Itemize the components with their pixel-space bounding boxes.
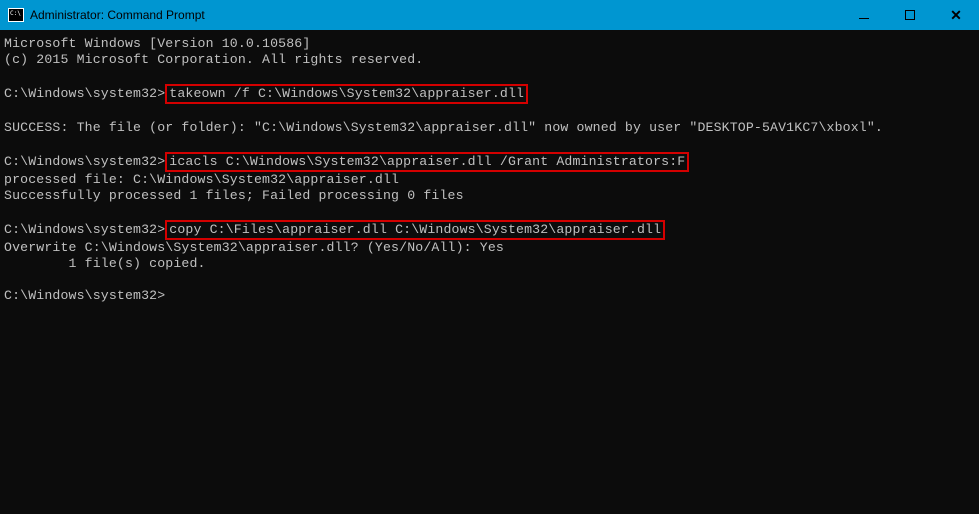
command-2-highlight: icacls C:\Windows\System32\appraiser.dll… [165, 152, 689, 172]
cmd-icon [8, 8, 24, 22]
maximize-icon [905, 10, 915, 20]
output-3a: Overwrite C:\Windows\System32\appraiser.… [4, 240, 504, 255]
close-icon: ✕ [950, 7, 962, 24]
command-1: takeown /f C:\Windows\System32\appraiser… [169, 86, 524, 101]
terminal-output[interactable]: Microsoft Windows [Version 10.0.10586] (… [0, 30, 979, 310]
window-controls: ✕ [841, 0, 979, 30]
prompt-4: C:\Windows\system32> [4, 288, 165, 303]
command-3-highlight: copy C:\Files\appraiser.dll C:\Windows\S… [165, 220, 665, 240]
output-2b: Successfully processed 1 files; Failed p… [4, 188, 464, 203]
window-title: Administrator: Command Prompt [30, 8, 841, 22]
command-2: icacls C:\Windows\System32\appraiser.dll… [169, 154, 685, 169]
prompt-3: C:\Windows\system32> [4, 222, 165, 237]
command-3: copy C:\Files\appraiser.dll C:\Windows\S… [169, 222, 661, 237]
maximize-button[interactable] [887, 0, 933, 30]
prompt-2: C:\Windows\system32> [4, 154, 165, 169]
minimize-icon [859, 18, 869, 19]
version-line: Microsoft Windows [Version 10.0.10586] [4, 36, 310, 51]
copyright-line: (c) 2015 Microsoft Corporation. All righ… [4, 52, 423, 67]
output-2a: processed file: C:\Windows\System32\appr… [4, 172, 399, 187]
prompt-1: C:\Windows\system32> [4, 86, 165, 101]
close-button[interactable]: ✕ [933, 0, 979, 30]
command-1-highlight: takeown /f C:\Windows\System32\appraiser… [165, 84, 528, 104]
minimize-button[interactable] [841, 0, 887, 30]
output-3b: 1 file(s) copied. [4, 256, 206, 271]
output-1: SUCCESS: The file (or folder): "C:\Windo… [4, 120, 883, 135]
window-titlebar: Administrator: Command Prompt ✕ [0, 0, 979, 30]
